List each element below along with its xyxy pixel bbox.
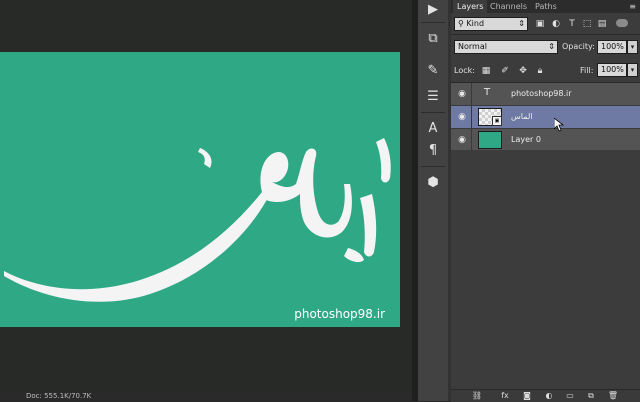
link-layers-icon[interactable]: ⛓	[471, 391, 483, 401]
tab-layers[interactable]: Layers	[453, 0, 488, 13]
layer-thumbnail: ▣	[478, 108, 502, 126]
blend-mode-select[interactable]: Normal ⇕	[454, 40, 558, 54]
panel-tab-bar: Layers Channels Paths ≡	[451, 0, 640, 13]
play-icon[interactable]: ▶	[422, 1, 444, 19]
search-icon: ⚲	[458, 19, 464, 28]
opacity-input[interactable]: 100%	[597, 40, 627, 54]
blend-mode-value: Normal	[458, 42, 487, 51]
visibility-eye-icon[interactable]: ◉	[456, 89, 468, 99]
visibility-eye-icon[interactable]: ◉	[456, 112, 468, 122]
chevron-down-icon: ⇕	[518, 19, 525, 28]
smart-object-badge-icon: ▣	[492, 116, 502, 126]
layer-row-smart-object[interactable]: ◉ ▣ الماس	[451, 106, 640, 129]
adjustments-icon[interactable]: ☰	[422, 88, 444, 106]
mouse-pointer-icon	[554, 118, 564, 132]
new-group-icon[interactable]: ▭	[564, 391, 576, 401]
layer-name[interactable]: photoshop98.ir	[511, 83, 572, 105]
filter-kind-label: Kind	[466, 19, 485, 28]
filter-pixel-icon[interactable]: ▣	[535, 19, 545, 29]
filter-smart-object-icon[interactable]: ▤	[597, 19, 607, 29]
filter-adjustment-icon[interactable]: ◐	[551, 19, 561, 29]
filter-type-icon[interactable]: T	[567, 19, 577, 29]
lock-transparent-icon[interactable]: ▦	[481, 66, 491, 76]
layer-filter-kind-select[interactable]: ⚲ Kind ⇕	[454, 17, 528, 31]
canvas-workspace[interactable]: photoshop98.ir Doc: 555.1K/70.7K	[0, 0, 412, 401]
watermark-text: photoshop98.ir	[294, 307, 385, 321]
calligraphy-artwork	[4, 138, 391, 302]
layer-name[interactable]: Layer 0	[511, 129, 541, 151]
delete-layer-icon[interactable]: 🗑︎	[607, 391, 619, 401]
fill-input[interactable]: 100%	[597, 63, 627, 77]
lock-label: Lock:	[454, 66, 475, 75]
panel-menu-icon[interactable]: ≡	[629, 0, 636, 13]
chevron-down-icon: ⇕	[548, 42, 555, 51]
layers-list-empty-area[interactable]	[451, 150, 640, 386]
text-layer-icon: T	[484, 87, 491, 98]
lock-image-icon[interactable]: ✐	[500, 66, 510, 76]
3d-cube-icon[interactable]: ⬢	[422, 174, 444, 192]
paragraph-icon[interactable]: ¶	[422, 142, 444, 160]
lock-all-icon[interactable]: 🔒︎	[535, 66, 545, 76]
add-mask-icon[interactable]: ◙	[521, 391, 533, 401]
document-canvas[interactable]: photoshop98.ir	[0, 52, 400, 327]
collapsed-panels-strip: ▶ ⧉ ✎ ☰ A ¶ ⬢	[418, 0, 449, 401]
opacity-dropdown-icon[interactable]: ▾	[627, 40, 638, 54]
new-layer-icon[interactable]: ⧉	[585, 391, 597, 401]
layer-name[interactable]: الماس	[511, 106, 533, 128]
visibility-eye-icon[interactable]: ◉	[456, 135, 468, 145]
layers-panel: Layers Channels Paths ≡ ⚲ Kind ⇕ ▣ ◐ T ⬚…	[451, 0, 640, 402]
character-icon[interactable]: A	[422, 120, 444, 138]
filter-toggle[interactable]	[616, 19, 628, 27]
filter-shape-icon[interactable]: ⬚	[582, 19, 592, 29]
tab-paths[interactable]: Paths	[531, 0, 561, 13]
status-bar: Doc: 555.1K/70.7K	[0, 392, 412, 401]
brush-tool-icon[interactable]: ✎	[422, 62, 444, 80]
layer-comps-icon[interactable]: ⧉	[422, 30, 444, 48]
tab-channels[interactable]: Channels	[486, 0, 531, 13]
adjustment-layer-icon[interactable]: ◐	[543, 391, 555, 401]
fill-label: Fill:	[580, 66, 594, 75]
opacity-label: Opacity:	[562, 42, 595, 51]
doc-size-readout: Doc: 555.1K/70.7K	[26, 392, 92, 400]
layer-row-pixel[interactable]: ◉ Layer 0	[451, 129, 640, 152]
fx-icon[interactable]: fx	[499, 391, 511, 401]
lock-position-icon[interactable]: ✥	[518, 66, 528, 76]
layers-bottom-toolbar: ⛓ fx ◙ ◐ ▭ ⧉ 🗑︎	[451, 389, 640, 402]
layer-row-text[interactable]: ◉ T photoshop98.ir	[451, 83, 640, 106]
fill-dropdown-icon[interactable]: ▾	[627, 63, 638, 77]
layer-thumbnail	[478, 131, 502, 149]
